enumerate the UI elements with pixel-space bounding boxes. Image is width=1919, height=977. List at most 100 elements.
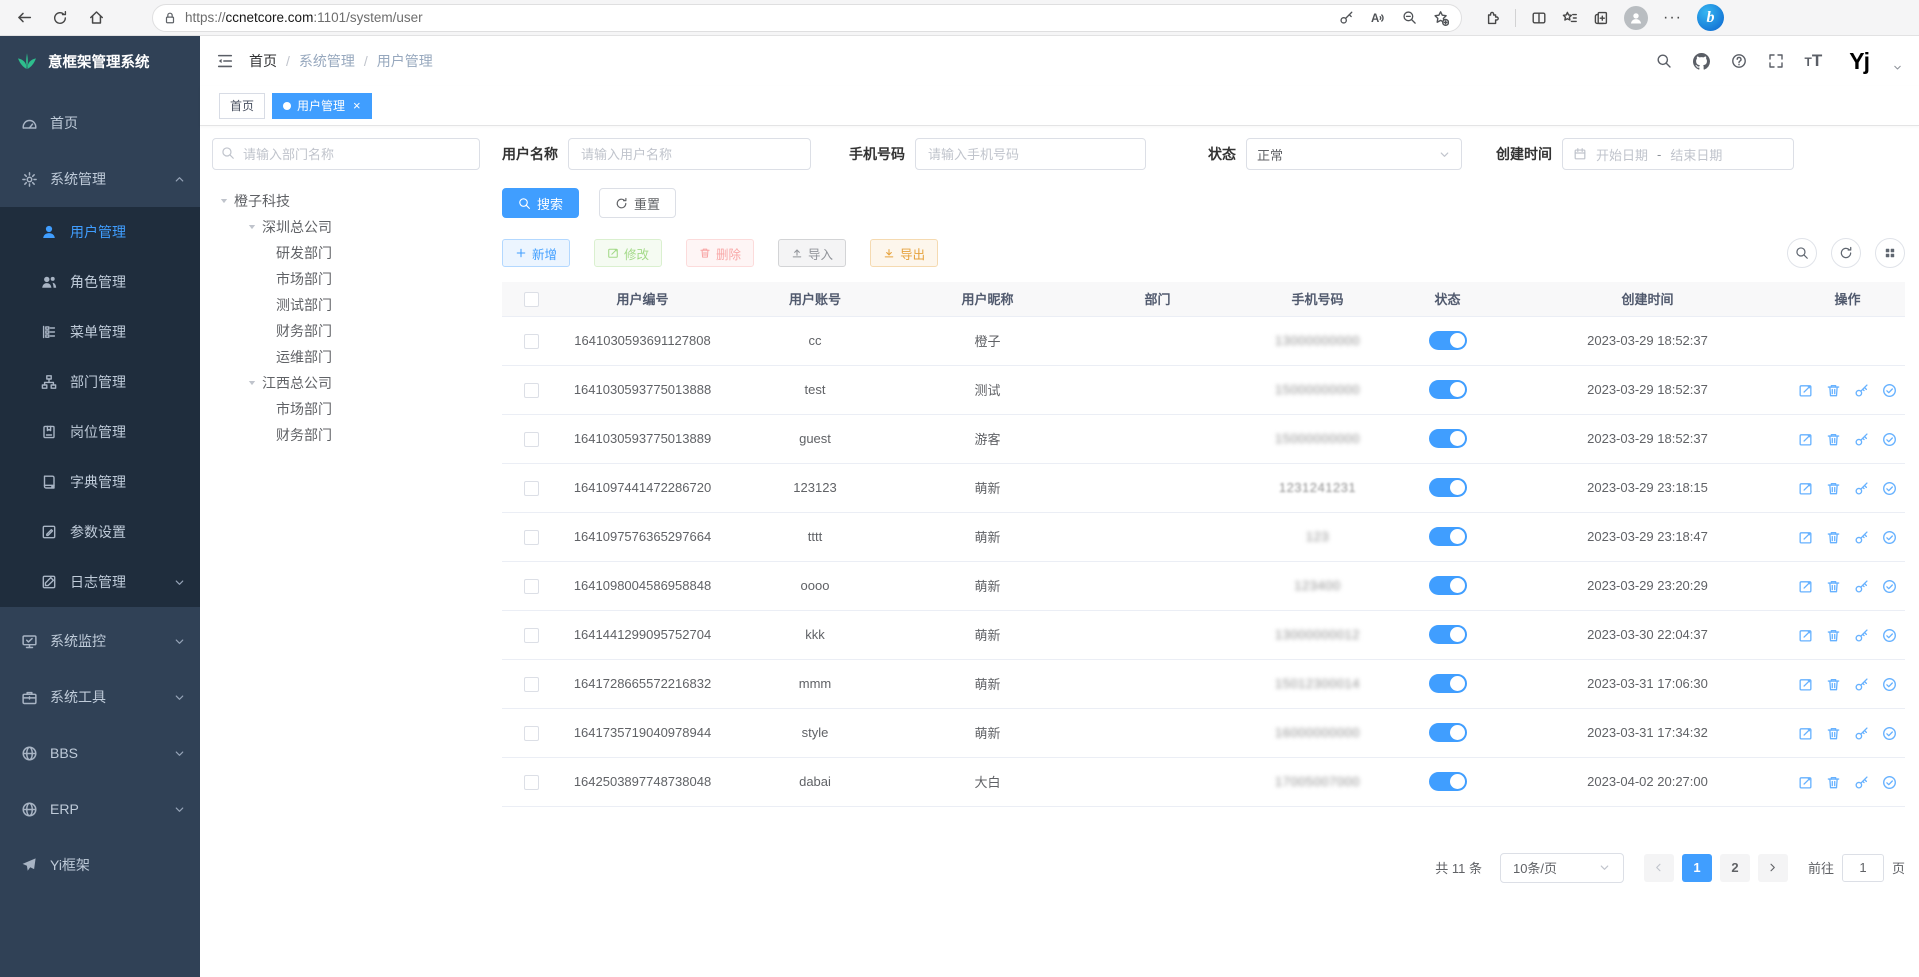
user-avatar-logo[interactable]: Yj [1849, 48, 1869, 75]
reset-password-icon[interactable] [1854, 383, 1869, 398]
sidebar-item-menu-mgmt[interactable]: 菜单管理 [0, 307, 200, 357]
url-text[interactable]: https://ccnetcore.com:1101/system/user [185, 10, 1339, 25]
sidebar-item-role-mgmt[interactable]: 角色管理 [0, 257, 200, 307]
sidebar-item-post-mgmt[interactable]: 岗位管理 [0, 407, 200, 457]
favorites-icon[interactable] [1562, 10, 1578, 26]
font-size-icon[interactable]: TT [1805, 51, 1823, 71]
status-toggle[interactable] [1429, 674, 1467, 693]
header-search-icon[interactable] [1656, 53, 1672, 69]
assign-role-icon[interactable] [1882, 383, 1897, 398]
delete-user-icon[interactable] [1826, 481, 1841, 496]
delete-user-icon[interactable] [1826, 432, 1841, 447]
edit-user-icon[interactable] [1798, 775, 1813, 790]
status-toggle[interactable] [1429, 723, 1467, 742]
tree-node-dept[interactable]: 运维部门 [212, 344, 480, 370]
assign-role-icon[interactable] [1882, 432, 1897, 447]
delete-user-icon[interactable] [1826, 579, 1841, 594]
row-checkbox[interactable] [524, 726, 539, 741]
delete-user-icon[interactable] [1826, 530, 1841, 545]
date-range-picker[interactable]: 开始日期 - 结束日期 [1562, 138, 1794, 170]
row-checkbox[interactable] [524, 775, 539, 790]
browser-back-button[interactable] [10, 4, 38, 32]
reset-password-icon[interactable] [1854, 628, 1869, 643]
assign-role-icon[interactable] [1882, 726, 1897, 741]
edit-button[interactable]: 修改 [594, 239, 662, 267]
tree-node-dept[interactable]: 测试部门 [212, 292, 480, 318]
extensions-icon[interactable] [1484, 10, 1500, 26]
sidebar-item-erp[interactable]: ERP [0, 781, 200, 837]
fullscreen-icon[interactable] [1768, 53, 1784, 69]
edit-user-icon[interactable] [1798, 628, 1813, 643]
sidebar-item-user-mgmt[interactable]: 用户管理 [0, 207, 200, 257]
tree-node-dept[interactable]: 市场部门 [212, 266, 480, 292]
favorite-star-icon[interactable] [1433, 10, 1449, 26]
delete-user-icon[interactable] [1826, 677, 1841, 692]
tree-node-dept[interactable]: 财务部门 [212, 318, 480, 344]
tree-node-dept[interactable]: 市场部门 [212, 396, 480, 422]
tab-close-icon[interactable]: × [353, 98, 361, 113]
browser-home-button[interactable] [82, 4, 110, 32]
breadcrumb-home[interactable]: 首页 [249, 51, 277, 71]
delete-button[interactable]: 删除 [686, 239, 754, 267]
sidebar-item-log-mgmt[interactable]: 日志管理 [0, 557, 200, 607]
reset-password-icon[interactable] [1854, 530, 1869, 545]
status-toggle[interactable] [1429, 576, 1467, 595]
avatar-caret-icon[interactable] [1892, 62, 1903, 75]
row-checkbox[interactable] [524, 530, 539, 545]
import-button[interactable]: 导入 [778, 239, 846, 267]
app-logo[interactable]: 意框架管理系统 [0, 36, 200, 86]
tree-node-branch[interactable]: 江西总公司 [212, 370, 480, 396]
assign-role-icon[interactable] [1882, 677, 1897, 692]
delete-user-icon[interactable] [1826, 628, 1841, 643]
caret-down-icon[interactable] [242, 377, 262, 389]
assign-role-icon[interactable] [1882, 628, 1897, 643]
delete-user-icon[interactable] [1826, 383, 1841, 398]
status-toggle[interactable] [1429, 625, 1467, 644]
sidebar-item-param-settings[interactable]: 参数设置 [0, 507, 200, 557]
page-1-button[interactable]: 1 [1682, 854, 1712, 882]
reset-password-icon[interactable] [1854, 726, 1869, 741]
phone-input[interactable] [915, 138, 1146, 170]
row-checkbox[interactable] [524, 383, 539, 398]
edit-user-icon[interactable] [1798, 432, 1813, 447]
sidebar-collapse-icon[interactable] [216, 52, 234, 70]
browser-profile-avatar[interactable] [1624, 6, 1648, 30]
reset-password-icon[interactable] [1854, 432, 1869, 447]
assign-role-icon[interactable] [1882, 579, 1897, 594]
edit-user-icon[interactable] [1798, 530, 1813, 545]
caret-down-icon[interactable] [242, 221, 262, 233]
status-toggle[interactable] [1429, 527, 1467, 546]
zoom-out-icon[interactable] [1402, 10, 1417, 25]
table-refresh-button[interactable] [1831, 238, 1861, 268]
select-all-checkbox[interactable] [524, 292, 539, 307]
dept-search-input[interactable] [212, 138, 480, 170]
status-toggle[interactable] [1429, 380, 1467, 399]
assign-role-icon[interactable] [1882, 530, 1897, 545]
sidebar-item-yi-framework[interactable]: Yi框架 [0, 837, 200, 893]
status-toggle[interactable] [1429, 331, 1467, 350]
sidebar-item-bbs[interactable]: BBS [0, 725, 200, 781]
export-button[interactable]: 导出 [870, 239, 938, 267]
prev-page-button[interactable] [1644, 854, 1674, 882]
help-icon[interactable] [1731, 53, 1747, 69]
reset-password-icon[interactable] [1854, 579, 1869, 594]
browser-more-menu[interactable]: ··· [1663, 9, 1682, 27]
row-checkbox[interactable] [524, 628, 539, 643]
next-page-button[interactable] [1758, 854, 1788, 882]
row-checkbox[interactable] [524, 481, 539, 496]
edit-user-icon[interactable] [1798, 579, 1813, 594]
row-checkbox[interactable] [524, 432, 539, 447]
row-checkbox[interactable] [524, 334, 539, 349]
edit-user-icon[interactable] [1798, 677, 1813, 692]
tree-node-dept[interactable]: 研发部门 [212, 240, 480, 266]
reset-button[interactable]: 重置 [599, 188, 676, 218]
page-size-select[interactable]: 10条/页 [1500, 853, 1624, 883]
sidebar-item-home[interactable]: 首页 [0, 95, 200, 151]
status-toggle[interactable] [1429, 478, 1467, 497]
delete-user-icon[interactable] [1826, 775, 1841, 790]
search-button[interactable]: 搜索 [502, 188, 579, 218]
table-columns-button[interactable] [1875, 238, 1905, 268]
tab-home[interactable]: 首页 [219, 93, 265, 119]
reset-password-icon[interactable] [1854, 677, 1869, 692]
sidebar-item-system-mgmt[interactable]: 系统管理 [0, 151, 200, 207]
